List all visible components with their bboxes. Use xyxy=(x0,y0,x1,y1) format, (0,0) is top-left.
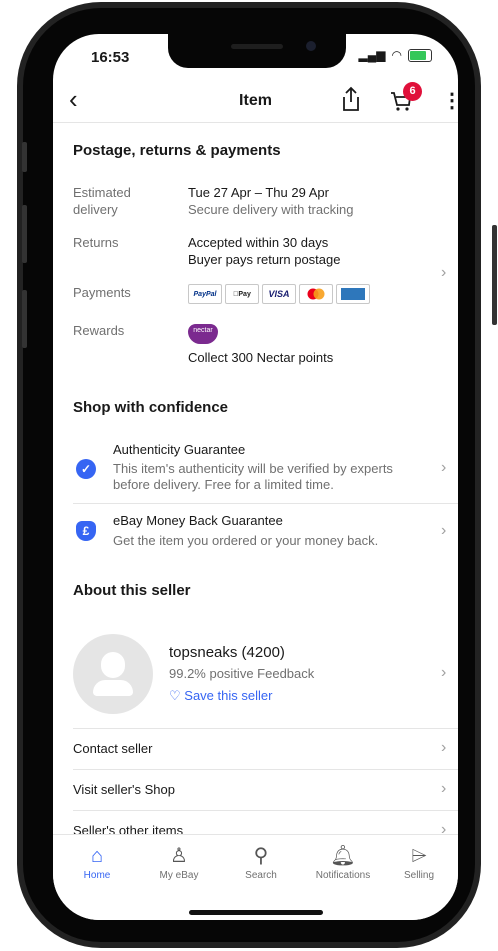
authenticity-title: Authenticity Guarantee xyxy=(113,442,246,457)
money-back-desc: Get the item you ordered or your money b… xyxy=(113,533,379,548)
tab-home[interactable]: ⌂ Home xyxy=(57,844,137,881)
returns-line1: Accepted within 30 days xyxy=(188,235,329,250)
volume-up-button xyxy=(22,205,27,263)
chevron-right-icon[interactable]: › xyxy=(441,264,446,282)
delivery-date: Tue 27 Apr – Thu 29 Apr xyxy=(188,185,329,200)
returns-label: Returns xyxy=(73,235,119,250)
divider xyxy=(73,728,458,729)
nectar-logo: nectar xyxy=(188,324,218,344)
seller-heading: About this seller xyxy=(73,582,191,599)
signal-icon: ▂▄▆ xyxy=(358,48,386,62)
seller-feedback: 99.2% positive Feedback xyxy=(169,666,315,681)
home-icon: ⌂ xyxy=(90,845,104,867)
chevron-right-icon[interactable]: › xyxy=(441,739,446,757)
top-bar: ‹ Item 6 ⋮ xyxy=(53,82,458,120)
mute-switch xyxy=(22,142,27,172)
tab-my-ebay[interactable]: ♙ My eBay xyxy=(139,844,219,881)
delivery-note: Secure delivery with tracking xyxy=(188,202,354,217)
rewards-label: Rewards xyxy=(73,323,125,338)
user-icon: ♙ xyxy=(170,845,188,867)
chevron-right-icon[interactable]: › xyxy=(441,780,446,798)
returns-line2: Buyer pays return postage xyxy=(188,252,341,267)
amex-icon xyxy=(336,284,370,304)
power-button xyxy=(492,225,497,325)
delivery-label: Estimated delivery xyxy=(73,185,131,217)
rewards-text: Collect 300 Nectar points xyxy=(188,350,334,365)
search-icon: ⚲ xyxy=(253,845,269,867)
chevron-right-icon[interactable]: › xyxy=(441,459,446,477)
volume-down-button xyxy=(22,290,27,348)
status-icons: ▂▄▆ ◠ xyxy=(359,48,432,62)
mastercard-icon xyxy=(299,284,333,304)
divider xyxy=(53,122,458,123)
heart-icon: ♡ xyxy=(169,688,181,703)
wifi-icon: ◠ xyxy=(391,48,402,62)
battery-icon xyxy=(408,48,432,62)
share-icon[interactable] xyxy=(340,86,362,117)
save-seller-link[interactable]: ♡ Save this seller xyxy=(169,688,272,704)
avatar xyxy=(73,634,153,714)
cart-badge: 6 xyxy=(403,82,422,101)
money-back-title: eBay Money Back Guarantee xyxy=(113,513,283,528)
more-vertical-icon[interactable]: ⋮ xyxy=(442,88,458,113)
visa-icon: VISA xyxy=(262,284,296,304)
notch xyxy=(168,34,346,68)
tab-selling[interactable]: ⌲ Selling xyxy=(379,844,458,881)
postage-heading: Postage, returns & payments xyxy=(73,142,281,159)
payment-methods: PayPal Pay VISA xyxy=(188,284,370,304)
home-indicator[interactable] xyxy=(189,910,323,915)
screen: 16:53 ▂▄▆ ◠ ‹ Item 6 ⋮ Postage, returns … xyxy=(53,34,458,920)
payments-label: Payments xyxy=(73,285,131,300)
tab-notifications[interactable]: 🔔︎ Notifications xyxy=(303,844,383,881)
chevron-right-icon[interactable]: › xyxy=(441,664,446,682)
returns-value: Accepted within 30 days Buyer pays retur… xyxy=(188,234,340,268)
chevron-right-icon[interactable]: › xyxy=(441,522,446,540)
confidence-heading: Shop with confidence xyxy=(73,399,229,416)
seller-name[interactable]: topsneaks (4200) xyxy=(169,644,285,661)
apple-pay-icon: Pay xyxy=(225,284,259,304)
divider xyxy=(53,834,458,835)
contact-seller-link[interactable]: Contact seller xyxy=(73,741,152,756)
paypal-icon: PayPal xyxy=(188,284,222,304)
bell-icon: 🔔︎ xyxy=(330,845,356,867)
pound-shield-icon: £ xyxy=(76,521,96,541)
delivery-value: Tue 27 Apr – Thu 29 Apr Secure delivery … xyxy=(188,184,353,218)
tag-icon: ⌲ xyxy=(411,845,427,867)
verified-check-icon: ✓ xyxy=(76,459,96,479)
divider xyxy=(73,769,458,770)
tab-search[interactable]: ⚲ Search xyxy=(221,844,301,881)
visit-shop-link[interactable]: Visit seller's Shop xyxy=(73,782,175,797)
divider xyxy=(73,810,458,811)
status-time: 16:53 xyxy=(91,49,130,66)
tab-bar: ⌂ Home ♙ My eBay ⚲ Search 🔔︎ Notifications ⌲… xyxy=(53,834,458,920)
authenticity-desc: This item's authenticity will be verifie… xyxy=(113,461,393,492)
divider xyxy=(73,503,458,504)
